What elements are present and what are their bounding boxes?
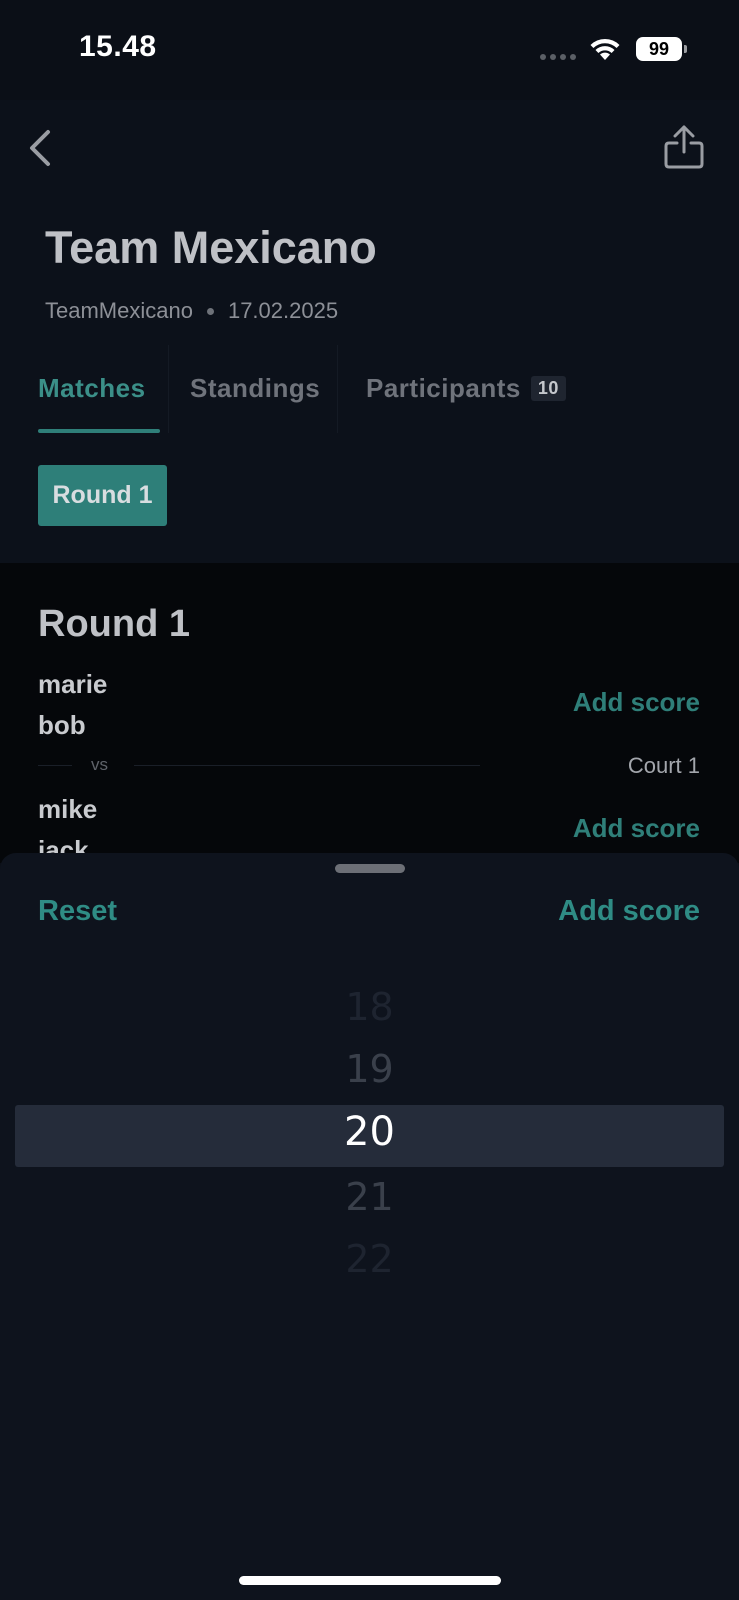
screen: 15.48 99 Team Mexicano TeamMexicano 17.0…	[0, 0, 739, 1600]
player-name: mike	[38, 794, 98, 824]
player-name: bob	[38, 710, 86, 740]
divider	[134, 765, 480, 766]
participants-count-badge: 10	[530, 376, 566, 401]
tab-divider	[168, 345, 169, 433]
player-name: marie	[38, 669, 108, 699]
picker-option[interactable]: 18	[0, 985, 739, 1029]
tab-standings[interactable]: Standings	[190, 373, 320, 404]
court-label: Court 1	[627, 753, 700, 778]
sheet-grabber[interactable]	[335, 864, 405, 873]
tab-divider	[337, 345, 338, 433]
wifi-icon	[590, 38, 620, 60]
add-score-button[interactable]: Add score	[558, 895, 700, 928]
score-picker-wheel[interactable]: 18 19 20 21 22	[0, 983, 739, 1303]
score-picker-sheet: Reset Add score 18 19 20 21 22	[0, 853, 739, 1600]
status-bar: 15.48 99	[0, 0, 739, 100]
battery-level: 99	[648, 38, 670, 59]
active-tab-indicator	[38, 429, 160, 433]
battery-icon: 99	[636, 37, 682, 61]
back-chevron-icon[interactable]	[26, 128, 56, 168]
organizer-name: TeamMexicano	[45, 298, 193, 323]
tournament-subtitle: TeamMexicano 17.02.2025	[45, 298, 338, 324]
cellular-signal-icon	[540, 54, 576, 60]
divider	[38, 765, 72, 766]
reset-button[interactable]: Reset	[38, 895, 117, 928]
battery-tip	[684, 45, 687, 53]
home-indicator[interactable]	[239, 1576, 501, 1585]
tournament-date: 17.02.2025	[227, 298, 339, 323]
add-score-team-b-button[interactable]: Add score	[573, 813, 700, 844]
picker-option[interactable]: 22	[0, 1237, 739, 1281]
share-icon[interactable]	[662, 124, 706, 170]
picker-option[interactable]: 21	[0, 1175, 739, 1219]
add-score-team-a-button[interactable]: Add score	[573, 687, 700, 718]
picker-option[interactable]: 19	[0, 1047, 739, 1091]
round-title: Round 1	[38, 603, 190, 645]
match-list: Round 1 marie bob Add score vs Court 1 m…	[0, 563, 739, 865]
tab-participants-label: Participants	[366, 373, 521, 403]
tab-matches[interactable]: Matches	[38, 373, 146, 404]
header-area: Team Mexicano TeamMexicano 17.02.2025 Ma…	[0, 100, 739, 563]
status-time: 15.48	[79, 30, 157, 63]
tab-bar: Matches Standings Participants 10	[0, 345, 739, 433]
tab-participants[interactable]: Participants 10	[366, 373, 566, 404]
vs-label: vs	[91, 755, 108, 774]
picker-selected-option[interactable]: 20	[0, 1109, 739, 1155]
page-title: Team Mexicano	[45, 222, 377, 273]
round-chip[interactable]: Round 1	[38, 465, 167, 526]
separator-dot	[206, 307, 214, 315]
